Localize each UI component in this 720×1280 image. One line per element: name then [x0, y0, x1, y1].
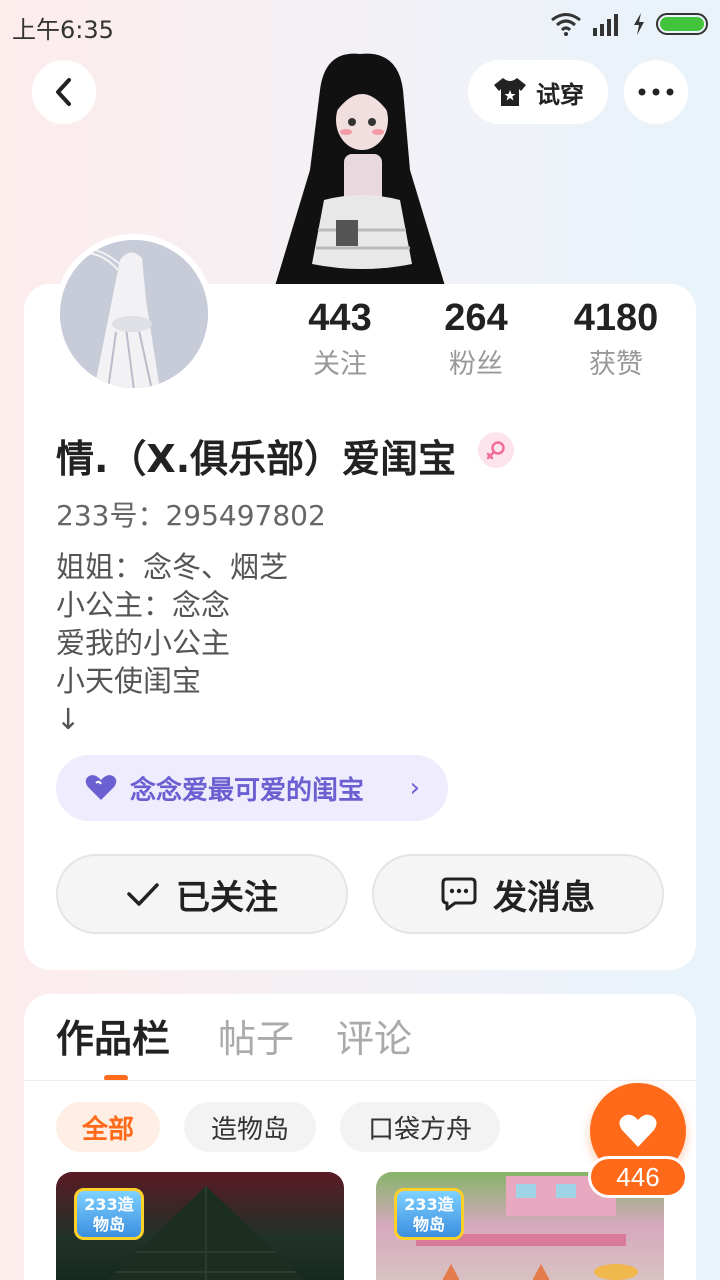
nickname: 情.（X.俱乐部）爱闺宝	[56, 437, 457, 481]
stat-label: 粉丝	[449, 349, 503, 380]
try-on-label: 试穿	[536, 80, 584, 109]
stat-likes[interactable]: 4180 获赞	[546, 296, 686, 382]
tab-posts[interactable]: 帖子	[218, 1014, 294, 1064]
status-icons	[550, 12, 708, 36]
more-dots-icon	[638, 88, 674, 96]
bio-line: ↓	[56, 702, 81, 736]
tab-works[interactable]: 作品栏	[56, 1014, 170, 1064]
status-time: 上午6:35	[12, 16, 114, 44]
game-logo: 233造物岛	[74, 1188, 144, 1240]
heart-icon	[85, 775, 117, 800]
tab-comments[interactable]: 评论	[336, 1014, 412, 1064]
send-message-button[interactable]: 发消息	[372, 854, 664, 934]
stat-label: 获赞	[589, 349, 643, 380]
stat-value: 264	[444, 297, 508, 339]
work-card[interactable]: 233造物岛	[56, 1172, 344, 1280]
chevron-left-icon	[56, 78, 71, 106]
avatar-image	[60, 240, 208, 388]
bio-line: 小天使闺宝	[56, 664, 202, 698]
followed-label: 已关注	[176, 877, 278, 918]
message-icon	[441, 877, 477, 911]
more-button[interactable]	[624, 60, 688, 124]
followed-button[interactable]: 已关注	[56, 854, 348, 934]
check-icon	[127, 883, 159, 906]
signal-icon	[593, 14, 618, 36]
wifi-icon	[551, 13, 581, 36]
filter-all[interactable]: 全部	[56, 1102, 160, 1152]
relationship-tag-label: 念念爱最可爱的闺宝	[130, 775, 365, 806]
stat-following[interactable]: 443 关注	[270, 296, 410, 382]
like-count: 446	[588, 1156, 688, 1198]
heart-icon	[619, 1114, 657, 1147]
tabs-divider	[24, 1080, 696, 1081]
filter-pocket-ark[interactable]: 口袋方舟	[340, 1102, 500, 1152]
avatar[interactable]	[54, 234, 214, 394]
try-on-button[interactable]: 试穿	[468, 60, 608, 124]
stat-label: 关注	[313, 349, 367, 380]
user-id[interactable]: 233号：295497802	[56, 494, 326, 534]
game-logo: 233造物岛	[394, 1188, 464, 1240]
bio-line: 姐姐：念冬、烟芝	[56, 550, 289, 584]
back-button[interactable]	[32, 60, 96, 124]
charging-icon	[634, 13, 644, 35]
female-gender-icon	[478, 432, 514, 468]
stat-value: 4180	[573, 297, 659, 339]
chevron-right-icon: ›	[409, 773, 420, 803]
status-bar: 上午6:35	[0, 0, 720, 48]
send-message-label: 发消息	[493, 877, 595, 918]
character-avatar-3d[interactable]	[270, 50, 450, 286]
relationship-tag[interactable]: 念念爱最可爱的闺宝 ›	[56, 755, 448, 821]
stat-value: 443	[308, 297, 372, 339]
bio: 姐姐：念冬、烟芝 小公主：念念 爱我的小公主 小天使闺宝 ↓	[56, 548, 288, 738]
filter-creation-island[interactable]: 造物岛	[184, 1102, 316, 1152]
battery-icon	[656, 13, 708, 35]
bio-line: 爱我的小公主	[56, 626, 231, 660]
bio-line: 小公主：念念	[56, 588, 231, 622]
tshirt-icon	[494, 78, 526, 106]
stat-followers[interactable]: 264 粉丝	[406, 296, 546, 382]
character-figure	[275, 53, 445, 286]
